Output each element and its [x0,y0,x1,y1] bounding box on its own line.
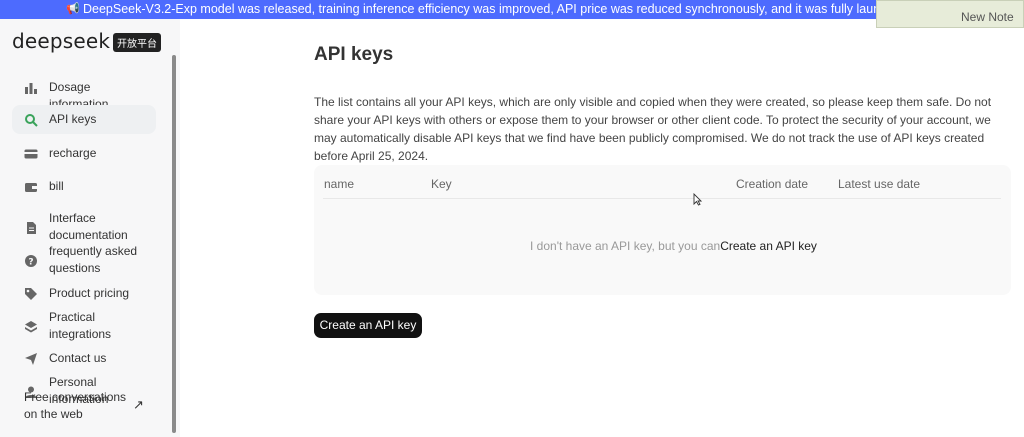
sidebar-item-label: Interface documentation [49,211,128,242]
free-conversations-link[interactable]: Free conversations on the web [24,389,134,423]
sidebar-item-label: bill [49,179,64,193]
sidebar-item-product-pricing[interactable]: Product pricing [12,285,156,302]
sidebar-item-interface-documentation[interactable]: Interface documentation [12,210,156,244]
column-header-creation-date: Creation date [736,177,809,191]
empty-state-text: I don't have an API key, but you can [530,239,721,253]
page-title: API keys [314,44,394,65]
deepseek-logo[interactable]: deepseek [12,29,110,53]
sidebar-scrollbar[interactable] [172,55,176,433]
create-api-key-link[interactable]: Create an API key [720,239,817,253]
question-icon: ? [24,254,38,268]
speaker-icon: 📢 [66,3,80,15]
header-divider [323,198,1001,199]
sidebar-item-label: API keys [49,112,97,126]
sidebar-item-label: Contact us [49,351,107,365]
sidebar-item-label: Product pricing [49,286,130,300]
layers-icon [24,320,38,334]
column-header-key: Key [431,177,452,191]
sidebar-item-contact-us[interactable]: Contact us [12,350,156,367]
tag-icon [24,287,38,301]
page-description: The list contains all your API keys, whi… [314,95,992,163]
svg-text:?: ? [28,258,33,268]
mouse-cursor-icon [693,192,703,211]
document-icon [24,221,38,235]
sidebar-item-label: Practical integrations [49,310,112,341]
sidebar-item-practical-integrations[interactable]: Practical integrations [12,309,156,343]
sidebar: deepseek 开放平台 Dosage information API key… [0,19,180,437]
sidebar-item-label: frequently asked questions [49,244,138,275]
sidebar-item-faq[interactable]: ? frequently asked questions [12,243,156,277]
bar-chart-icon [24,81,38,95]
search-icon [24,113,38,127]
column-header-name: name [324,177,355,191]
send-icon [24,352,38,366]
new-note-button[interactable]: New Note [876,0,1024,28]
external-link-icon[interactable]: ↗ [133,397,144,413]
announcement-banner[interactable]: 📢 DeepSeek-V3.2-Exp model was released, … [0,0,1024,19]
create-api-key-button[interactable]: Create an API key [314,313,422,338]
api-keys-table: name Key Creation date Latest use date I… [314,165,1011,295]
wallet-icon [24,180,38,194]
sidebar-item-label: recharge [49,146,97,160]
sidebar-item-bill[interactable]: bill [12,178,156,195]
empty-state: I don't have an API key, but you canCrea… [530,239,817,253]
column-header-latest-use-date: Latest use date [838,177,921,191]
platform-badge: 开放平台 [113,33,161,52]
sidebar-item-recharge[interactable]: recharge [12,145,156,162]
sidebar-item-api-keys[interactable]: API keys [12,105,156,134]
new-note-label: New Note [961,10,1014,24]
credit-card-icon [24,147,38,161]
